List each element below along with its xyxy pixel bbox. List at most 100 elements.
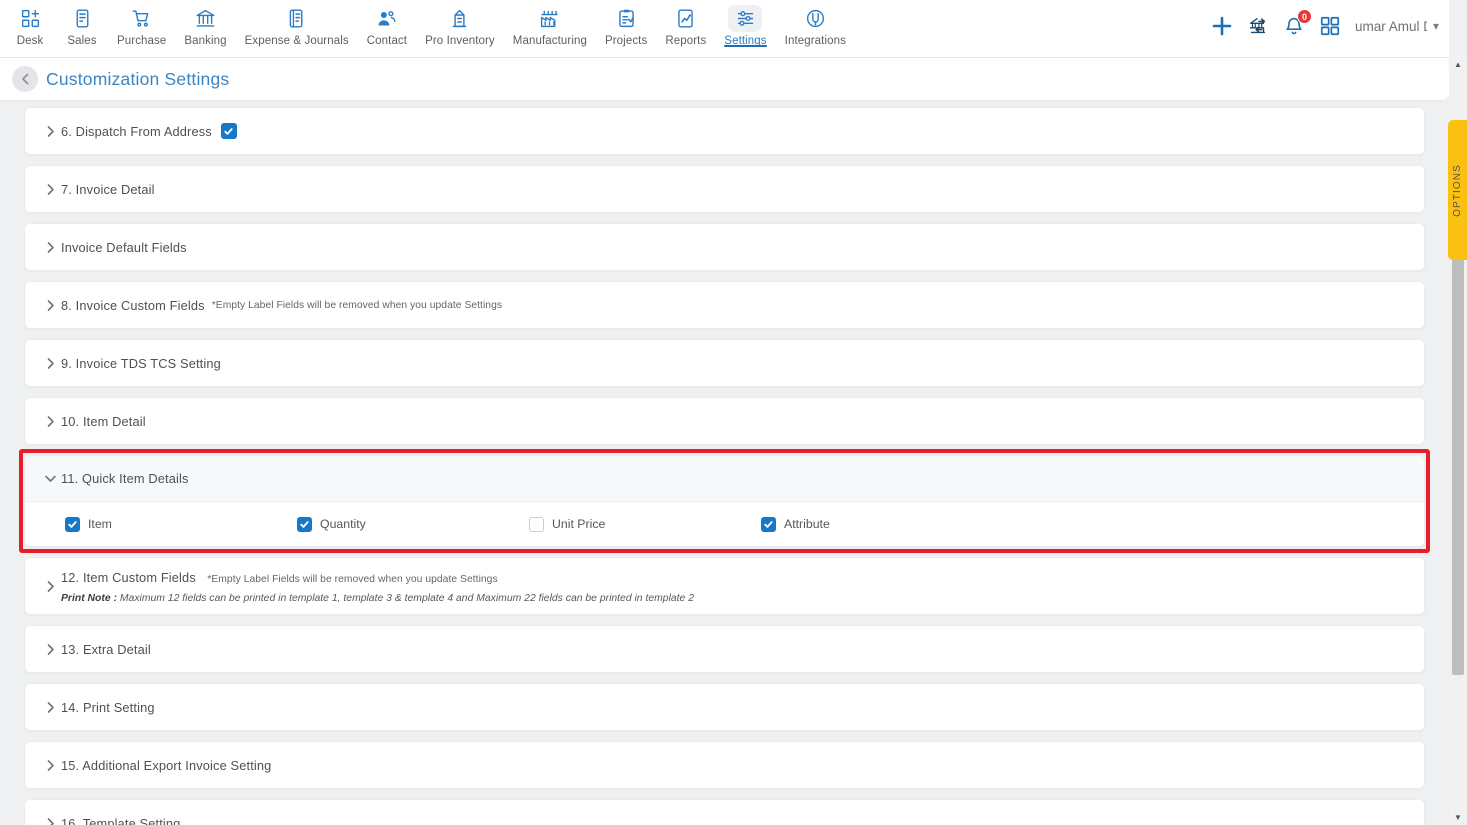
- print-note-text: Maximum 12 fields can be printed in temp…: [117, 592, 694, 604]
- chevron-down-icon: [39, 472, 61, 485]
- checkbox-item-quantity[interactable]: Quantity: [297, 516, 529, 532]
- section-header-invoice-default-fields[interactable]: Invoice Default Fields: [25, 224, 1424, 270]
- section-header-item-custom-fields[interactable]: 12. Item Custom Fields *Empty Label Fiel…: [25, 558, 1424, 614]
- quick-item-details-highlight: 11. Quick Item Details Item Quantity Unit …: [19, 449, 1430, 553]
- section-header-7-invoice-detail[interactable]: 7. Invoice Detail: [25, 166, 1424, 212]
- print-note-label: Print Note :: [61, 592, 117, 604]
- section-invoice-default-fields: Invoice Default Fields: [24, 223, 1425, 271]
- nav-tab-label: Manufacturing: [512, 35, 587, 47]
- quick-item-options-row: Item Quantity Unit Price Attribute: [25, 502, 1424, 546]
- apps-grid-icon[interactable]: [1319, 15, 1341, 37]
- section-title: 14. Print Setting: [61, 699, 155, 715]
- item-custom-fields-title-line: 12. Item Custom Fields *Empty Label Fiel…: [61, 569, 694, 587]
- nav-tab-label: Projects: [604, 35, 648, 47]
- inventory-box-icon: [443, 5, 477, 32]
- section-15-additional-export-invoice-setting: 15. Additional Export Invoice Setting: [24, 741, 1425, 789]
- section-title: 7. Invoice Detail: [61, 181, 155, 197]
- chevron-right-icon: [39, 701, 61, 714]
- user-name-label: umar Amul Dc: [1354, 18, 1427, 34]
- section-header-16-template-setting[interactable]: 16. Template Setting: [25, 800, 1424, 825]
- options-side-tab[interactable]: OPTIONS: [1448, 120, 1467, 260]
- scroll-up-arrow-icon[interactable]: ▲: [1449, 56, 1467, 72]
- nav-tab-label: Reports: [665, 35, 707, 47]
- nav-tab-settings[interactable]: Settings: [715, 0, 775, 47]
- section-header-quick-item-details[interactable]: 11. Quick Item Details: [25, 456, 1424, 502]
- plus-icon[interactable]: [1211, 15, 1233, 37]
- section-header-8-invoice-custom-fields[interactable]: 8. Invoice Custom Fields *Empty Label Fie…: [25, 282, 1424, 328]
- nav-tab-purchase[interactable]: Purchase: [108, 0, 175, 47]
- checkbox-checked-icon[interactable]: [761, 516, 776, 532]
- bell-icon[interactable]: 0: [1283, 9, 1312, 37]
- nav-tab-label: Integrations: [784, 35, 846, 47]
- chevron-right-icon: [39, 817, 61, 825]
- section-title: 10. Item Detail: [61, 413, 146, 429]
- back-button[interactable]: [12, 66, 38, 92]
- integrations-plug-icon: [798, 5, 832, 32]
- nav-tab-projects[interactable]: Projects: [596, 0, 656, 47]
- checkbox-checked-icon[interactable]: [297, 516, 312, 532]
- desk-grid-plus-icon: [13, 5, 47, 32]
- nav-tab-reports[interactable]: Reports: [656, 0, 715, 47]
- section-title: 6. Dispatch From Address: [61, 123, 212, 139]
- checkbox-item-attribute[interactable]: Attribute: [761, 516, 993, 532]
- print-note: Print Note : Maximum 12 fields can be pr…: [61, 593, 694, 604]
- section-header-15-additional-export-invoice-setting[interactable]: 15. Additional Export Invoice Setting: [25, 742, 1424, 788]
- settings-sliders-icon: [728, 5, 763, 32]
- section-title: 8. Invoice Custom Fields: [61, 297, 205, 313]
- checkbox-label: Unit Price: [552, 517, 606, 531]
- section-header-9-invoice-tds-tcs-setting[interactable]: 9. Invoice TDS TCS Setting: [25, 340, 1424, 386]
- section-header-10-item-detail[interactable]: 10. Item Detail: [25, 398, 1424, 444]
- bank-transfer-icon[interactable]: [1247, 15, 1269, 37]
- section-note: *Empty Label Fields will be removed when…: [211, 299, 503, 311]
- section-header-14-print-setting[interactable]: 14. Print Setting: [25, 684, 1424, 730]
- checkbox-checked-icon[interactable]: [65, 516, 80, 532]
- nav-tab-label: Sales: [67, 35, 97, 47]
- manufacturing-factory-icon: [533, 5, 567, 32]
- nav-tab-contact[interactable]: Contact: [358, 0, 416, 47]
- checkbox-item-item[interactable]: Item: [65, 516, 297, 532]
- section-header-13-extra-detail[interactable]: 13. Extra Detail: [25, 626, 1424, 672]
- nav-tab-pro-inventory[interactable]: Pro Inventory: [416, 0, 504, 47]
- projects-clipboard-icon: [609, 5, 643, 32]
- section-header-6-dispatch-from-address[interactable]: 6. Dispatch From Address: [25, 108, 1424, 154]
- section-13-extra-detail: 13. Extra Detail: [24, 625, 1425, 673]
- section-note: *Empty Label Fields will be removed when…: [207, 573, 498, 585]
- nav-tab-expense-journals[interactable]: Expense & Journals: [236, 0, 358, 47]
- nav-tab-desk[interactable]: Desk: [4, 0, 56, 47]
- app-root: Desk Sales Purchase Banking Expense & Journa…: [0, 0, 1467, 825]
- checkbox-item-unit-price[interactable]: Unit Price: [529, 516, 761, 532]
- chevron-right-icon: [39, 759, 61, 772]
- checkbox-unchecked-icon[interactable]: [529, 516, 544, 532]
- top-navigation: Desk Sales Purchase Banking Expense & Journa…: [0, 0, 1449, 58]
- nav-item-list: Desk Sales Purchase Banking Expense & Journa…: [0, 0, 855, 47]
- active-tab-underline: [724, 44, 767, 47]
- nav-tab-integrations[interactable]: Integrations: [776, 0, 855, 47]
- nav-tab-label: Contact: [366, 35, 408, 47]
- purchase-cart-icon: [125, 5, 159, 32]
- nav-tab-manufacturing[interactable]: Manufacturing: [504, 0, 596, 47]
- page-title: Customization Settings: [46, 68, 230, 89]
- section-10-item-detail: 10. Item Detail: [24, 397, 1425, 445]
- chevron-right-icon: [39, 643, 61, 656]
- section-enable-checkbox[interactable]: [220, 123, 237, 139]
- chevron-right-icon: [39, 241, 61, 254]
- expense-book-icon: [280, 5, 314, 32]
- checkbox-label: Item: [88, 517, 112, 531]
- contact-people-icon: [370, 5, 404, 32]
- section-7-invoice-detail: 7. Invoice Detail: [24, 165, 1425, 213]
- section-title: 15. Additional Export Invoice Setting: [61, 757, 272, 773]
- section-title: 13. Extra Detail: [61, 641, 151, 657]
- options-tab-label: OPTIONS: [1452, 163, 1463, 217]
- nav-tab-banking[interactable]: Banking: [175, 0, 235, 47]
- chevron-right-icon: [39, 415, 61, 428]
- checkbox-label: Quantity: [320, 517, 366, 531]
- section-title: 12. Item Custom Fields: [61, 569, 196, 585]
- nav-tab-sales[interactable]: Sales: [56, 0, 108, 47]
- user-menu[interactable]: umar Amul Dc ▾: [1355, 19, 1439, 34]
- section-9-invoice-tds-tcs-setting: 9. Invoice TDS TCS Setting: [24, 339, 1425, 387]
- section-title: 16. Template Setting: [61, 815, 181, 825]
- section-quick-item-details: 11. Quick Item Details Item Quantity Unit …: [24, 455, 1425, 547]
- scrollbar-thumb[interactable]: [1452, 212, 1464, 675]
- chevron-right-icon: [39, 357, 61, 370]
- scroll-down-arrow-icon[interactable]: ▼: [1449, 809, 1467, 825]
